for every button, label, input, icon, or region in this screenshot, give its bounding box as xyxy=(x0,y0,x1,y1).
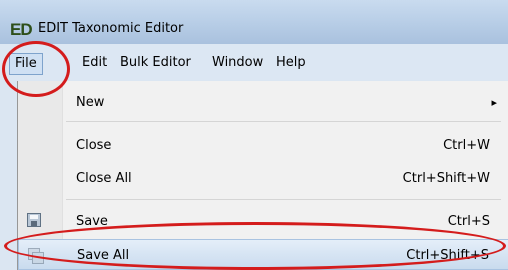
menu-separator xyxy=(66,199,501,200)
menu-edit[interactable]: Edit xyxy=(82,55,107,70)
menu-item-label: Close All xyxy=(76,171,132,186)
menu-item-shortcut: Ctrl+Shift+W xyxy=(402,171,490,186)
menu-separator xyxy=(66,121,501,122)
menu-item-new[interactable]: New ▸ xyxy=(18,88,508,116)
menu-window[interactable]: Window xyxy=(212,55,263,70)
menu-item-shortcut: Ctrl+W xyxy=(443,138,490,153)
menu-item-close[interactable]: Close Ctrl+W xyxy=(18,131,508,159)
menu-item-label: New xyxy=(76,95,105,110)
title-bar: ED EDIT Taxonomic Editor xyxy=(0,0,508,44)
menu-bar: File Edit Bulk Editor Window Help xyxy=(0,44,508,80)
menu-item-shortcut: Ctrl+S xyxy=(447,214,490,229)
highlight-circle-file xyxy=(2,41,70,97)
menu-item-label: Close xyxy=(76,138,112,153)
menu-item-close-all[interactable]: Close All Ctrl+Shift+W xyxy=(18,164,508,192)
menu-bulk-editor[interactable]: Bulk Editor xyxy=(120,55,191,70)
window-title: EDIT Taxonomic Editor xyxy=(38,21,184,36)
submenu-arrow-icon: ▸ xyxy=(491,96,497,109)
save-disk-icon xyxy=(27,213,41,227)
app-logo: ED xyxy=(10,20,37,40)
logo-text: ED xyxy=(10,20,33,39)
highlight-ellipse-save-all xyxy=(4,222,506,270)
menu-help[interactable]: Help xyxy=(276,55,306,70)
